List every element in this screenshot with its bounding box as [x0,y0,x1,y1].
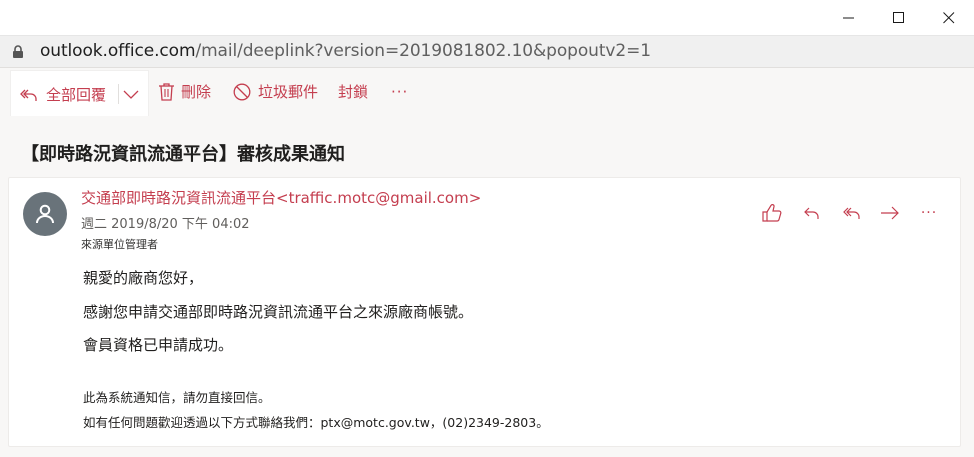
url-path: /mail/deeplink?version=2019081802.10&pop… [195,41,651,61]
reply-all-icon [20,89,37,101]
reply-all-icon [843,207,860,219]
message-recipient[interactable]: 來源單位管理者 [81,236,158,252]
junk-button[interactable]: 垃圾郵件 [233,68,318,115]
maximize-button[interactable] [876,0,922,35]
close-button[interactable] [926,0,972,35]
person-icon [36,204,54,224]
delete-button[interactable]: 刪除 [159,68,211,115]
message-more-button[interactable]: ··· [916,202,942,224]
junk-label: 垃圾郵件 [258,83,319,101]
reply-all-button[interactable]: 全部回覆 [19,71,106,118]
body-line: 感謝您申請交通部即時路況資訊流通平台之來源廠商帳號。 [83,303,474,321]
message-date: 週二 2019/8/20 下午 04:02 [81,217,250,232]
maximize-icon [893,11,904,23]
delete-label: 刪除 [181,83,212,101]
message-card: 交通部即時路況資訊流通平台<traffic.motc@gmail.com> 週二… [8,177,961,447]
more-icon: ··· [920,205,938,221]
more-actions-button[interactable]: ··· [391,68,408,115]
window-titlebar [0,0,974,35]
more-icon: ··· [391,82,409,101]
body-line: 會員資格已申請成功。 [83,336,234,354]
minimize-icon [843,17,854,18]
toolbar-divider [118,84,119,104]
block-circle-icon [233,83,251,100]
url-host: outlook.office.com [40,41,196,61]
forward-button[interactable] [877,202,903,224]
reply-button[interactable] [799,202,825,224]
reply-all-message-button[interactable] [839,202,865,224]
message-subject: 【即時路況資訊流通平台】審核成果通知 [21,144,345,165]
reply-all-label: 全部回覆 [46,86,107,104]
minimize-button[interactable] [826,0,872,35]
reply-all-group: 全部回覆 [10,70,149,117]
command-toolbar: 全部回覆 刪除 垃圾郵件 封鎖 ··· [0,67,974,117]
chevron-down-icon [123,90,139,99]
reply-options-dropdown[interactable] [123,71,146,118]
block-button[interactable]: 封鎖 [338,68,368,115]
close-icon [943,11,955,23]
forward-arrow-icon [881,206,899,220]
lock-icon [13,45,23,58]
block-label: 封鎖 [338,83,369,101]
url-text[interactable]: outlook.office.com/mail/deeplink?version… [40,41,651,61]
avatar[interactable] [23,192,67,236]
trash-icon [159,82,174,101]
reply-icon [804,207,819,219]
thumbs-up-icon [762,204,782,222]
address-bar[interactable]: outlook.office.com/mail/deeplink?version… [0,35,974,67]
like-button[interactable] [759,202,785,224]
body-line: 親愛的廠商您好， [83,269,204,287]
contact-note-line: 如有任何問題歡迎透過以下方式聯絡我們：ptx@motc.gov.tw，(02)2… [83,415,549,430]
note-line: 此為系統通知信，請勿直接回信。 [83,390,271,405]
sender-address[interactable]: 交通部即時路況資訊流通平台<traffic.motc@gmail.com> [81,187,481,208]
